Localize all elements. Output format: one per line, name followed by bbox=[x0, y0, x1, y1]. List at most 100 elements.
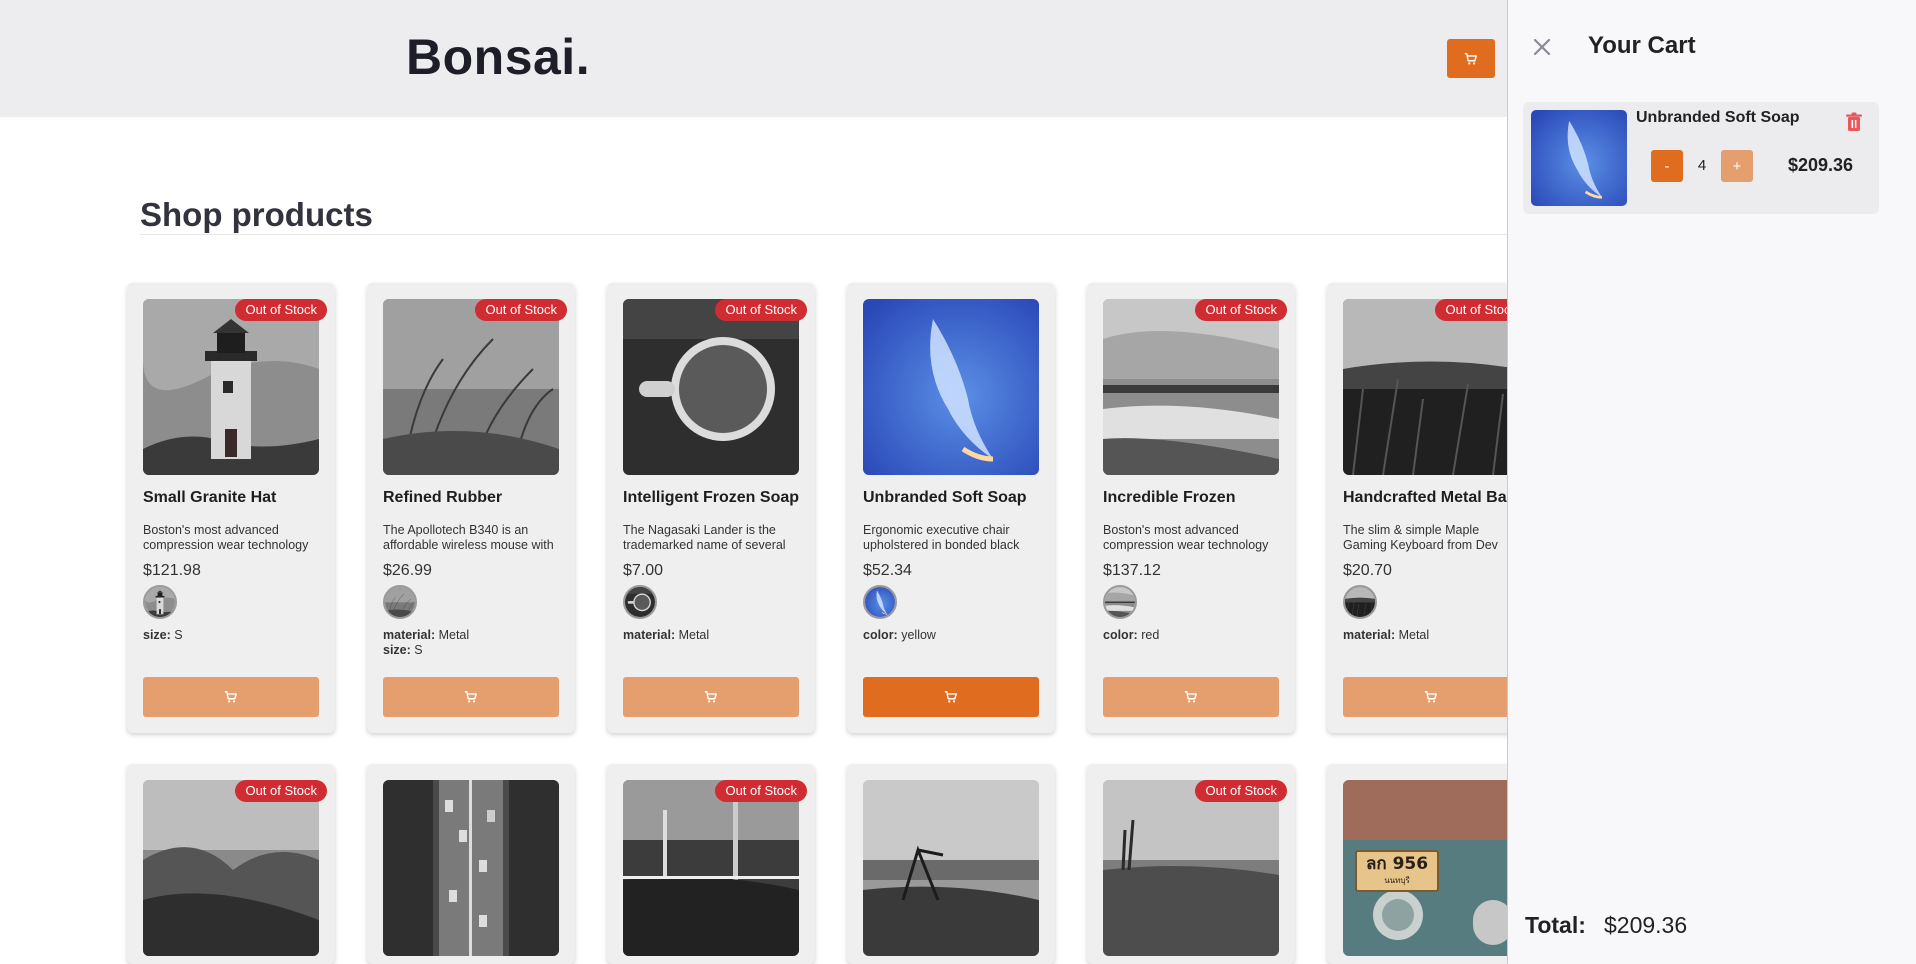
product-card[interactable] bbox=[367, 764, 575, 964]
attribute-value: Metal bbox=[1398, 628, 1430, 642]
attribute-key: material: bbox=[1343, 628, 1396, 642]
product-card[interactable]: Out of Stock Intelligent Frozen Soap The N… bbox=[607, 283, 815, 733]
product-description: Ergonomic executive chair upholstered in… bbox=[863, 523, 1020, 552]
increase-quantity-button[interactable]: + bbox=[1721, 150, 1753, 182]
add-to-cart-button[interactable] bbox=[383, 677, 559, 717]
trash-icon bbox=[1846, 112, 1862, 131]
product-image[interactable] bbox=[143, 299, 319, 475]
product-image[interactable] bbox=[143, 780, 319, 956]
product-image[interactable] bbox=[1103, 299, 1279, 475]
out-of-stock-badge: Out of Stock bbox=[235, 299, 327, 321]
product-card[interactable]: Out of Stock bbox=[127, 764, 335, 964]
product-image[interactable] bbox=[1343, 299, 1507, 475]
product-attributes: color: red bbox=[1103, 628, 1159, 643]
variant-swatch[interactable] bbox=[623, 585, 657, 619]
product-name[interactable]: Incredible Frozen bbox=[1103, 489, 1323, 507]
cart-icon bbox=[464, 691, 477, 703]
product-card[interactable]: ลก 956 นนทบุรี bbox=[1327, 764, 1507, 964]
product-card[interactable]: Out of Stock bbox=[1087, 764, 1295, 964]
out-of-stock-badge: Out of Stock bbox=[1195, 299, 1287, 321]
product-attributes: material: Metal bbox=[1343, 628, 1429, 643]
header-cart-button[interactable] bbox=[1447, 39, 1495, 78]
product-name[interactable]: Small Granite Hat bbox=[143, 489, 363, 507]
variant-swatch[interactable] bbox=[1343, 585, 1377, 619]
cart-item: Unbranded Soft Soap - 4 + $209.36 bbox=[1523, 102, 1879, 214]
attribute-value: Metal bbox=[438, 628, 470, 642]
attribute-key: color: bbox=[1103, 628, 1138, 642]
logo[interactable]: Bonsai. bbox=[406, 28, 590, 86]
attribute-value: yellow bbox=[901, 628, 936, 642]
out-of-stock-badge: Out of Stock bbox=[715, 299, 807, 321]
attribute-key: size: bbox=[143, 628, 171, 642]
cart-item-image bbox=[1531, 110, 1627, 206]
attribute-value: S bbox=[174, 628, 183, 642]
attribute-key: material: bbox=[623, 628, 676, 642]
cart-icon bbox=[944, 691, 957, 703]
product-description: Boston's most advanced compression wear … bbox=[143, 523, 309, 552]
out-of-stock-badge: Out of Stock bbox=[235, 780, 327, 802]
cart-item-name: Unbranded Soft Soap bbox=[1636, 109, 1800, 126]
cart-icon bbox=[1424, 691, 1437, 703]
page: Bonsai. Shop products Out of Stock Small … bbox=[0, 0, 1916, 964]
product-card[interactable]: Out of Stock Refined Rubber The Apollotech… bbox=[367, 283, 575, 733]
header: Bonsai. bbox=[0, 0, 1507, 117]
product-card[interactable]: Out of Stock Small Granite Hat Boston's mo… bbox=[127, 283, 335, 733]
product-attributes: material: Metal bbox=[623, 628, 709, 643]
attribute-value: Metal bbox=[678, 628, 710, 642]
product-price: $137.12 bbox=[1103, 562, 1161, 579]
product-description: The Apollotech B340 is an affordable wir… bbox=[383, 523, 554, 552]
cart-title: Your Cart bbox=[1588, 32, 1696, 59]
product-image[interactable] bbox=[623, 299, 799, 475]
product-card[interactable]: Unbranded Soft Soap Ergonomic executive c… bbox=[847, 283, 1055, 733]
product-image[interactable] bbox=[863, 299, 1039, 475]
variant-swatch[interactable] bbox=[383, 585, 417, 619]
add-to-cart-button[interactable] bbox=[1103, 677, 1279, 717]
product-price: $26.99 bbox=[383, 562, 432, 579]
variant-swatch[interactable] bbox=[143, 585, 177, 619]
product-card[interactable]: Out of Stock Incredible Frozen Boston's mo… bbox=[1087, 283, 1295, 733]
product-image[interactable] bbox=[1103, 780, 1279, 956]
cart-icon bbox=[704, 691, 717, 703]
out-of-stock-badge: Out of Stock bbox=[475, 299, 567, 321]
cart-icon bbox=[224, 691, 237, 703]
remove-item-button[interactable] bbox=[1843, 111, 1865, 133]
plate-province: นนทบุรี bbox=[1384, 876, 1410, 885]
product-name[interactable]: Intelligent Frozen Soap bbox=[623, 489, 843, 507]
attribute-value: S bbox=[414, 643, 423, 657]
add-to-cart-button[interactable] bbox=[143, 677, 319, 717]
add-to-cart-button[interactable] bbox=[623, 677, 799, 717]
product-description: The Nagasaki Lander is the trademarked n… bbox=[623, 523, 786, 552]
cart-icon bbox=[1464, 52, 1477, 65]
main-content: Bonsai. Shop products Out of Stock Small … bbox=[0, 0, 1507, 964]
variant-swatch[interactable] bbox=[1103, 585, 1137, 619]
product-image[interactable] bbox=[863, 780, 1039, 956]
product-description: Boston's most advanced compression wear … bbox=[1103, 523, 1269, 552]
product-name[interactable]: Handcrafted Metal Ba bbox=[1343, 489, 1507, 507]
product-image[interactable] bbox=[623, 780, 799, 956]
attribute-value: red bbox=[1141, 628, 1160, 642]
product-price: $121.98 bbox=[143, 562, 201, 579]
product-description: The slim & simple Maple Gaming Keyboard … bbox=[1343, 523, 1498, 552]
attribute-key: material: bbox=[383, 628, 436, 642]
product-image[interactable] bbox=[383, 299, 559, 475]
product-attribute: size: S bbox=[383, 643, 469, 658]
add-to-cart-button[interactable] bbox=[863, 677, 1039, 717]
product-attribute: material: Metal bbox=[1343, 628, 1429, 643]
add-to-cart-button[interactable] bbox=[1343, 677, 1507, 717]
close-cart-button[interactable] bbox=[1527, 32, 1557, 62]
product-name[interactable]: Unbranded Soft Soap bbox=[863, 489, 1083, 507]
product-name[interactable]: Refined Rubber bbox=[383, 489, 603, 507]
product-attribute: size: S bbox=[143, 628, 183, 643]
product-attribute: material: Metal bbox=[383, 628, 469, 643]
product-card[interactable]: Out of Stock Handcrafted Metal Ba The slim… bbox=[1327, 283, 1507, 733]
out-of-stock-badge: Out of Stock bbox=[1435, 299, 1507, 321]
product-attribute: material: Metal bbox=[623, 628, 709, 643]
product-attributes: size: S bbox=[143, 628, 183, 643]
product-card[interactable] bbox=[847, 764, 1055, 964]
out-of-stock-badge: Out of Stock bbox=[715, 780, 807, 802]
cart-item-price: $209.36 bbox=[1788, 155, 1854, 175]
product-card[interactable]: Out of Stock bbox=[607, 764, 815, 964]
decrease-quantity-button[interactable]: - bbox=[1651, 150, 1683, 182]
variant-swatch[interactable] bbox=[863, 585, 897, 619]
product-image[interactable] bbox=[383, 780, 559, 956]
